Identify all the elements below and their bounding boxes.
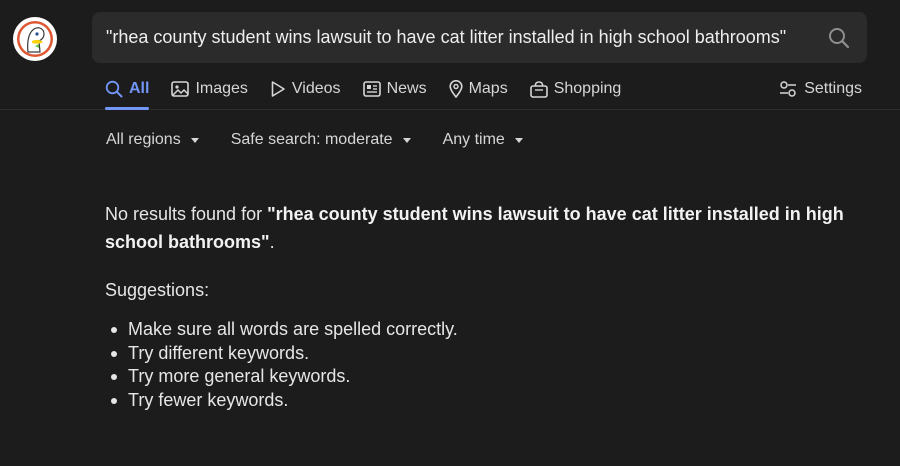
search-icon [829,28,850,49]
suggestion-item: Try different keywords. [105,342,875,366]
settings-button[interactable]: Settings [779,76,862,102]
time-filter-label: Any time [442,131,505,148]
tab-label: Videos [291,80,341,97]
tab-videos[interactable]: Videos [270,76,341,102]
tab-label: Shopping [553,80,622,97]
suggestion-item: Make sure all words are spelled correctl… [105,318,875,342]
tab-maps[interactable]: Maps [448,76,508,102]
tab-label: Images [195,80,248,97]
search-box [92,12,867,63]
tab-label: Maps [468,80,508,97]
suggestions-title: Suggestions: [105,280,210,300]
duckduckgo-logo[interactable] [13,17,57,61]
newspaper-icon [362,81,381,97]
tab-shopping[interactable]: Shopping [529,76,622,102]
region-filter[interactable]: All regions [106,131,199,149]
shopping-bag-icon [529,80,548,98]
settings-label: Settings [804,80,862,97]
chevron-down-icon [402,137,411,143]
safe-search-label: Safe search: moderate [230,131,393,148]
play-icon [271,81,285,97]
search-button[interactable] [825,24,853,52]
no-results-panel: No results found for "rhea county studen… [105,200,875,412]
suggestion-item: Try fewer keywords. [105,389,875,413]
tab-images[interactable]: Images [171,76,248,102]
search-icon [105,80,123,98]
sliders-icon [780,81,797,97]
region-filter-label: All regions [106,131,181,148]
no-results-prefix: No results found for [105,204,268,224]
image-icon [171,81,190,97]
search-input[interactable] [106,27,807,48]
chevron-down-icon [190,137,199,143]
tab-label: All [129,80,150,97]
time-filter[interactable]: Any time [443,131,523,149]
chevron-down-icon [514,137,523,143]
suggestions-list: Make sure all words are spelled correctl… [105,318,875,412]
duck-icon [17,21,53,57]
safe-search-filter[interactable]: Safe search: moderate [231,131,411,149]
header: All Images Videos News [0,0,900,110]
map-pin-icon [448,80,463,98]
tab-all[interactable]: All [105,76,150,110]
search-filters: All regions Safe search: moderate Any ti… [106,128,555,152]
search-tabs: All Images Videos News Maps Shopping [105,76,643,110]
tab-label: News [386,80,427,97]
tab-news[interactable]: News [362,76,427,102]
suggestion-item: Try more general keywords. [105,365,875,389]
no-results-suffix: . [269,232,275,252]
no-results-message: No results found for "rhea county studen… [105,200,875,256]
